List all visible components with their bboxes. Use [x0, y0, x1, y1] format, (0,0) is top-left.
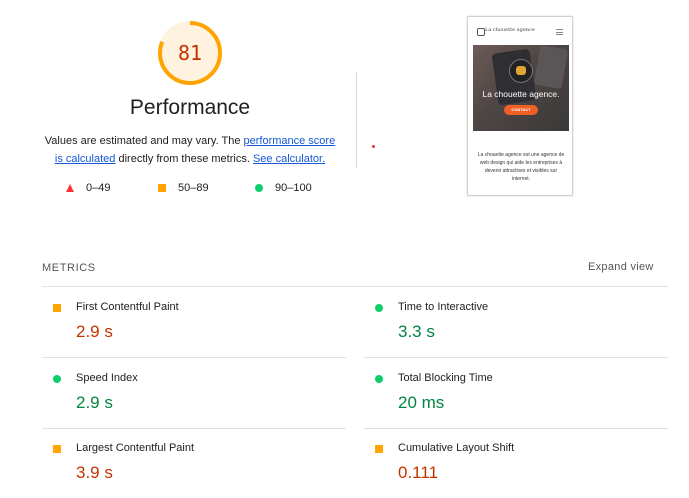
metric-first-contentful-paint: First Contentful Paint 2.9 s — [42, 287, 346, 358]
pass-circle-icon — [375, 375, 383, 383]
metric-cumulative-layout-shift: Cumulative Layout Shift 0.111 — [364, 428, 668, 498]
legend-pass: 90–100 — [255, 182, 312, 194]
legend-average-range: 50–89 — [178, 182, 209, 194]
metric-value: 2.9 s — [76, 393, 113, 412]
red-dot-marker — [372, 145, 375, 148]
metric-speed-index: Speed Index 2.9 s — [42, 358, 346, 429]
metric-name: First Contentful Paint — [76, 301, 179, 313]
pass-circle-icon — [375, 304, 383, 312]
vertical-divider — [356, 72, 357, 168]
metric-name: Time to Interactive — [398, 301, 489, 313]
performance-title: Performance — [129, 96, 251, 119]
metric-name: Total Blocking Time — [398, 372, 493, 384]
metric-value: 20 ms — [398, 393, 445, 412]
metric-value: 0.111 — [398, 463, 439, 482]
description-text-2: directly from these metrics. — [115, 153, 253, 165]
average-square-icon — [375, 445, 383, 453]
legend-pass-range: 90–100 — [275, 182, 312, 194]
owl-logo-icon — [477, 28, 485, 36]
circle-icon — [255, 184, 263, 192]
screenshot-header: La chouette agence — [468, 17, 572, 45]
screenshot-body-text: La chouette agence est une agence de web… — [477, 152, 565, 182]
metric-total-blocking-time: Total Blocking Time 20 ms — [364, 358, 668, 429]
metrics-heading: METRICS — [42, 262, 96, 274]
see-calculator-link[interactable]: See calculator. — [253, 153, 325, 165]
average-square-icon — [53, 445, 61, 453]
final-screenshot[interactable]: La chouette agence La chouette agence. C… — [467, 16, 573, 196]
owl-badge-icon — [509, 59, 533, 83]
performance-score: 81 — [177, 41, 203, 65]
legend-fail: 0–49 — [66, 182, 110, 194]
description-text: Values are estimated and may vary. The — [44, 135, 244, 147]
triangle-icon — [66, 184, 74, 192]
metric-value: 3.3 s — [398, 322, 435, 341]
hamburger-menu-icon — [556, 29, 563, 37]
legend-average: 50–89 — [158, 182, 209, 194]
expand-view-toggle[interactable]: Expand view — [588, 261, 654, 273]
metric-name: Largest Contentful Paint — [76, 442, 195, 454]
metric-name: Speed Index — [76, 372, 138, 384]
square-icon — [158, 184, 166, 192]
hero-phone-image-2 — [533, 45, 569, 90]
contact-button: CONTACT — [504, 105, 538, 115]
performance-gauge: 81 — [157, 20, 223, 86]
average-square-icon — [53, 304, 61, 312]
metric-value: 2.9 s — [76, 322, 113, 341]
screenshot-brand: La chouette agence — [485, 27, 535, 33]
legend-fail-range: 0–49 — [86, 182, 111, 194]
pass-circle-icon — [53, 375, 61, 383]
performance-description: Values are estimated and may vary. The p… — [40, 132, 340, 168]
metric-largest-contentful-paint: Largest Contentful Paint 3.9 s — [42, 428, 346, 498]
metric-time-to-interactive: Time to Interactive 3.3 s — [364, 287, 668, 358]
metric-value: 3.9 s — [76, 463, 113, 482]
screenshot-hero: La chouette agence. CONTACT — [473, 45, 569, 131]
hero-headline: La chouette agence. — [482, 89, 560, 99]
metric-name: Cumulative Layout Shift — [398, 442, 515, 454]
